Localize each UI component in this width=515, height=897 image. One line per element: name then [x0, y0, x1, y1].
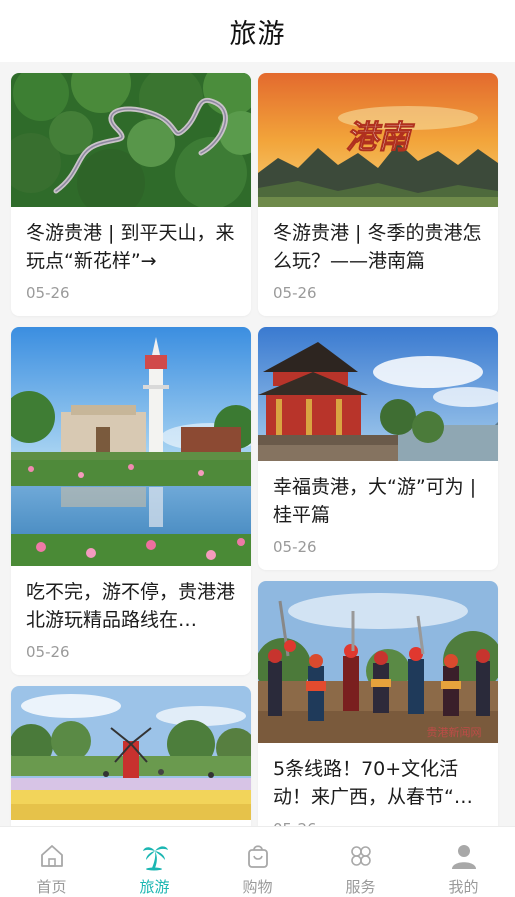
tab-home[interactable]: 首页	[0, 827, 103, 897]
feed-column-right: 港南 冬游贵港 | 冬季的贵港怎么玩？——港南篇 05-26 幸福贵港，大“游”…	[258, 73, 498, 826]
feed-column-left: 冬游贵港 | 到平天山，来玩点“新花样”→ 05-26 吃不完，游不停，贵港港北…	[11, 73, 251, 826]
article-card[interactable]: 贵港新闻网 5条线路！70+文化活动！来广西，从春节“… 05-26	[258, 581, 498, 826]
article-thumbnail	[11, 686, 251, 820]
article-card[interactable]: 幸福贵港，大“游”可为 | 桂平篇 05-26	[258, 327, 498, 570]
tab-label: 我的	[448, 878, 479, 896]
article-feed[interactable]: 冬游贵港 | 到平天山，来玩点“新花样”→ 05-26 吃不完，游不停，贵港港北…	[0, 62, 515, 826]
article-thumbnail	[258, 327, 498, 461]
article-date: 05-26	[26, 643, 70, 661]
mountain-road-aerial-photo	[11, 73, 251, 207]
article-thumbnail	[11, 327, 251, 566]
windmill-flower-field-photo	[11, 686, 251, 820]
tab-profile[interactable]: 我的	[412, 827, 515, 897]
article-card[interactable]: 港南 冬游贵港 | 冬季的贵港怎么玩？——港南篇 05-26	[258, 73, 498, 316]
user-icon	[449, 841, 479, 871]
tab-services[interactable]: 服务	[309, 827, 412, 897]
article-title: 幸福贵港，大“游”可为 | 桂平篇	[273, 476, 477, 526]
article-thumbnail: 港南	[258, 73, 498, 207]
article-card[interactable]: 吃不完，游不停，贵港港北游玩精品路线在… 05-26	[11, 327, 251, 675]
article-thumbnail	[11, 73, 251, 207]
bottom-tab-bar: 首页 旅游 购物 服务 我的	[0, 826, 515, 897]
page-title: 旅游	[229, 18, 286, 50]
tab-travel[interactable]: 旅游	[103, 827, 206, 897]
article-title: 冬游贵港 | 到平天山，来玩点“新花样”→	[26, 222, 235, 272]
palm-tree-icon	[140, 841, 170, 871]
watermark-text: 贵港新闻网	[427, 725, 482, 739]
tab-shopping[interactable]: 购物	[206, 827, 309, 897]
article-thumbnail: 贵港新闻网	[258, 581, 498, 743]
article-card[interactable]: 冬游贵港 | 到平天山，来玩点“新花样”→ 05-26	[11, 73, 251, 316]
app-header: 旅游	[0, 0, 515, 62]
article-date: 05-26	[273, 284, 317, 302]
article-date: 05-26	[273, 538, 317, 556]
article-date: 05-26	[26, 284, 70, 302]
folk-dance-photo: 贵港新闻网	[258, 581, 498, 743]
tab-label: 购物	[242, 878, 273, 896]
lotus-pond-tower-photo	[11, 327, 251, 566]
overlay-text: 港南	[346, 118, 415, 156]
article-title: 冬游贵港 | 冬季的贵港怎么玩？——港南篇	[273, 222, 482, 272]
pagoda-photo	[258, 327, 498, 461]
tab-label: 旅游	[139, 878, 170, 896]
clover-icon	[346, 841, 376, 871]
home-icon	[37, 841, 67, 871]
shopping-bag-icon	[243, 841, 273, 871]
article-title: 吃不完，游不停，贵港港北游玩精品路线在…	[26, 581, 236, 631]
article-card[interactable]	[11, 686, 251, 826]
article-title: 5条线路！70+文化活动！来广西，从春节“…	[273, 758, 473, 808]
tab-label: 服务	[345, 878, 376, 896]
sunset-karst-photo: 港南	[258, 73, 498, 207]
tab-label: 首页	[36, 878, 67, 896]
